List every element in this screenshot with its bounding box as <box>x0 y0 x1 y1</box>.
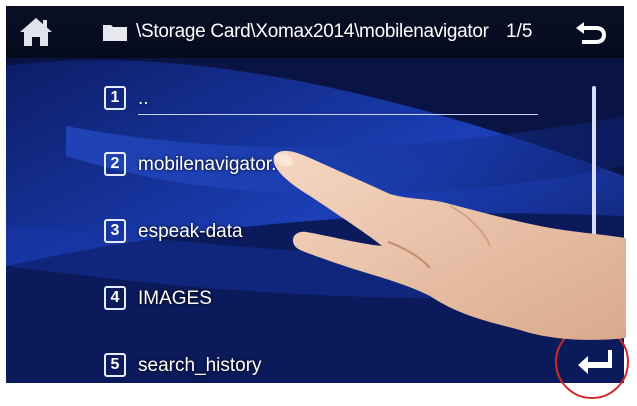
pointing-hand-icon <box>273 150 626 340</box>
page-indicator: 1/5 <box>506 21 533 42</box>
back-arrow-icon[interactable] <box>572 16 608 48</box>
row-divider <box>138 114 538 115</box>
file-row[interactable]: 5 search_history <box>102 347 552 383</box>
home-icon[interactable] <box>16 12 56 52</box>
folder-icon <box>103 25 127 41</box>
file-index: 3 <box>104 219 126 243</box>
file-index: 1 <box>104 86 126 110</box>
file-name: .. <box>138 88 149 109</box>
current-path: \Storage Card\Xomax2014\mobilenavigator <box>136 21 489 42</box>
file-index: 2 <box>104 152 126 176</box>
file-index: 5 <box>104 353 126 377</box>
file-name: search_history <box>138 355 262 376</box>
file-name: espeak-data <box>138 221 243 242</box>
file-row-parent[interactable]: 1 .. <box>102 80 552 120</box>
file-index: 4 <box>104 286 126 310</box>
file-name: IMAGES <box>138 288 212 309</box>
title-bar: \Storage Card\Xomax2014\mobilenavigator … <box>6 6 624 58</box>
